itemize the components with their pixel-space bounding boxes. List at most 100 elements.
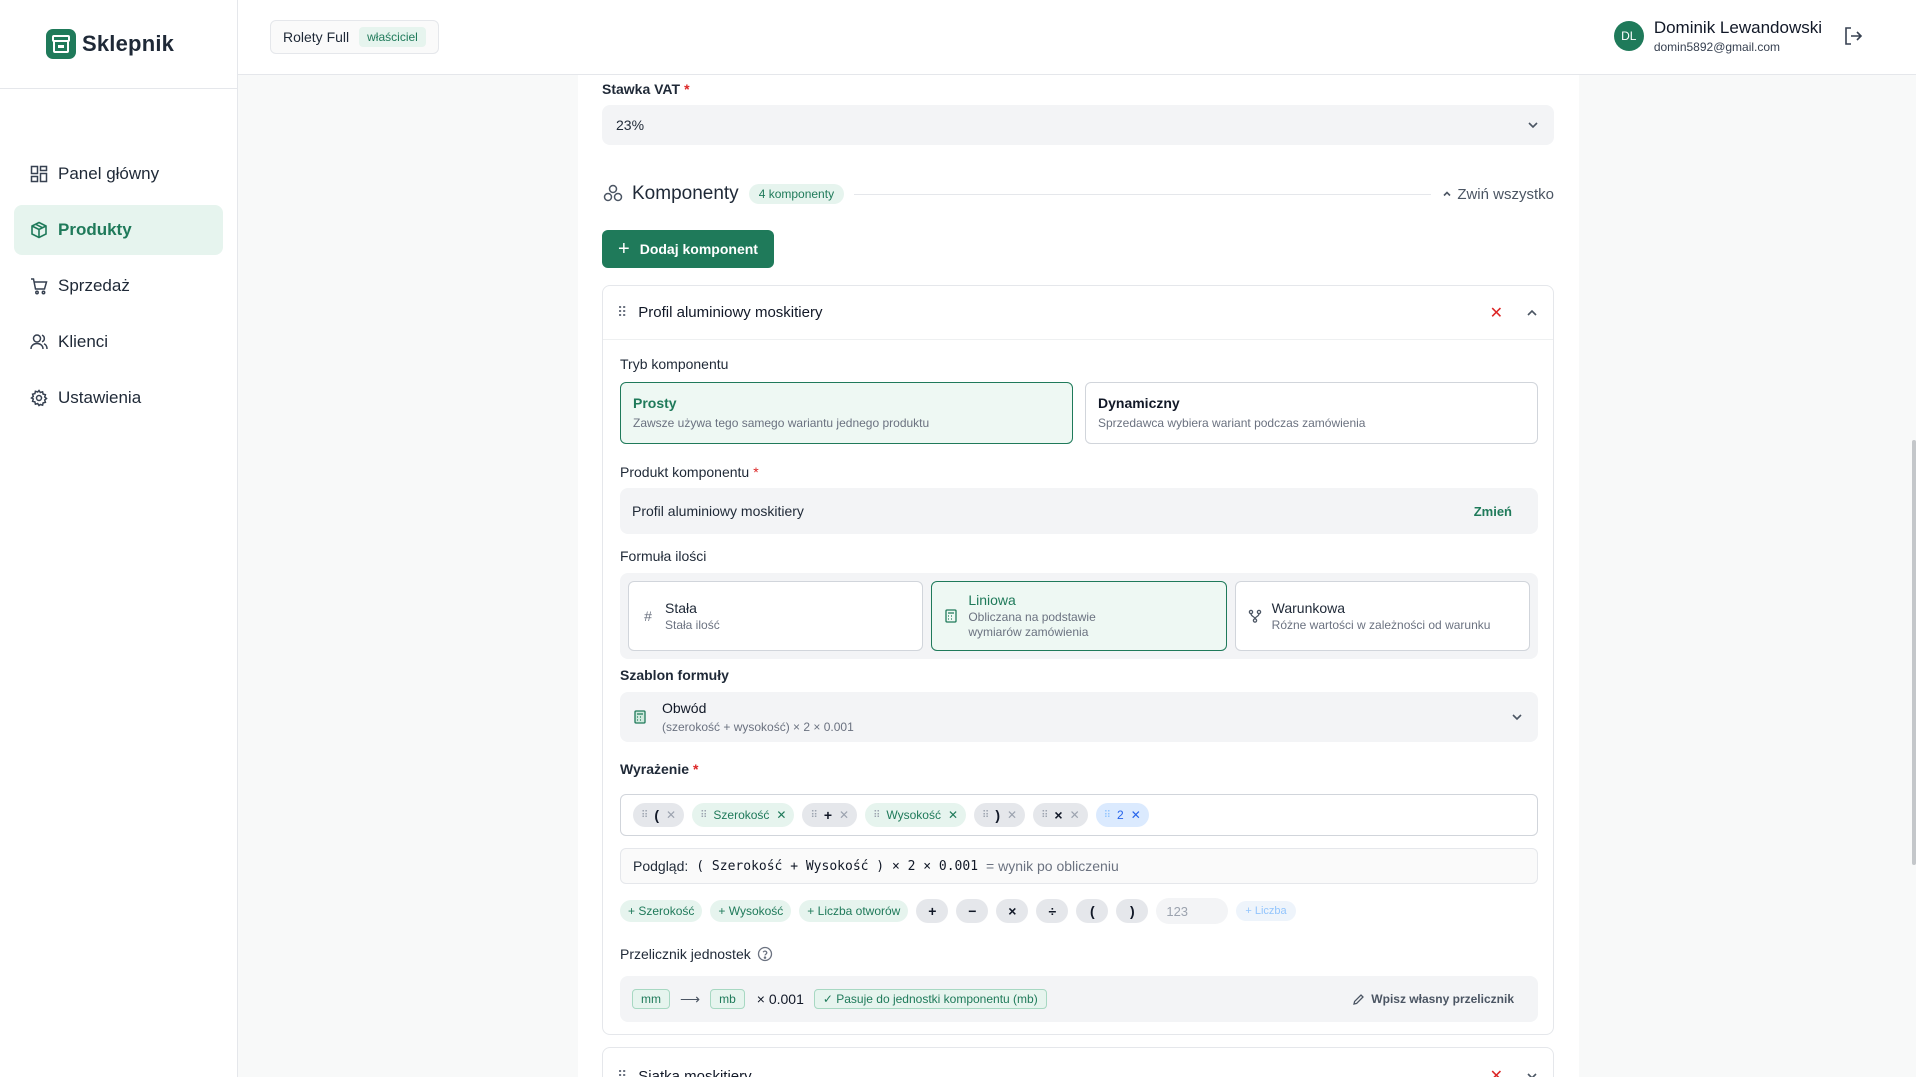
close-icon: ✕ <box>776 808 787 822</box>
expression-preview: Podgląd: ( Szerokość + Wysokość ) × 2 × … <box>620 848 1538 884</box>
sidebar-item-produkty[interactable]: Produkty <box>14 205 223 255</box>
template-desc: (szerokość + wysokość) × 2 × 0.001 <box>662 720 854 734</box>
user-menu: DL Dominik Lewandowski domin5892@gmail.c… <box>1613 18 1864 54</box>
close-icon: ✕ <box>1069 808 1080 822</box>
insert-close-paren-button[interactable]: ) <box>1116 899 1149 923</box>
insert-minus-button[interactable]: − <box>956 899 989 923</box>
chevron-down-icon <box>1512 714 1522 721</box>
insert-holes-button[interactable]: + Liczba otworów <box>799 900 909 922</box>
formula-option-conditional[interactable]: Warunkowa Różne wartości w zależności od… <box>1234 581 1530 651</box>
insert-divide-button[interactable]: ÷ <box>1036 899 1069 923</box>
formula-option-linear[interactable]: Liniowa Obliczana na podstawie wymiarów … <box>931 581 1227 651</box>
quick-insert-bar: + Szerokość + Wysokość + Liczba otworów … <box>620 898 1538 924</box>
formula-title: Stała <box>665 599 697 616</box>
expression-token[interactable]: ⠿) ✕ <box>974 803 1026 827</box>
sidebar-item-ustawienia[interactable]: Ustawienia <box>14 373 223 423</box>
drag-handle-icon[interactable]: ⠿ <box>617 304 627 321</box>
sidebar-item-klienci[interactable]: Klienci <box>14 317 223 367</box>
close-icon: ✕ <box>1007 808 1018 822</box>
divider <box>854 193 1432 195</box>
brand[interactable]: Sklepnik <box>0 0 237 89</box>
expression-token[interactable]: ⠿ Szerokość ✕ <box>692 803 795 827</box>
change-product-button[interactable]: Zmień <box>1474 504 1512 519</box>
drag-handle-icon[interactable]: ⠿ <box>617 1068 627 1077</box>
insert-plus-button[interactable]: + <box>916 899 949 923</box>
formula-options: # Stała Stała ilość Liniowa Obliczana na… <box>620 573 1538 659</box>
unit-match-badge: ✓ Pasuje do jednostki komponentu (mb) <box>813 989 1047 1009</box>
expression-token[interactable]: ⠿ 2 ✕ <box>1095 803 1149 827</box>
store-logo-icon <box>46 29 76 59</box>
unit-to-badge: mb <box>710 989 745 1009</box>
components-count-badge: 4 komponenty <box>748 184 845 204</box>
gear-icon <box>30 389 48 407</box>
vat-select[interactable]: 23% <box>602 105 1554 145</box>
add-number-button[interactable]: + Liczba <box>1236 901 1296 921</box>
dashboard-icon <box>30 165 48 183</box>
expression-input[interactable]: ⠿(✕ ⠿ Szerokość ✕ ⠿ + ✕ ⠿ Wysokość ✕ ⠿) ✕ ⠿ × ✕ ⠿… <box>620 794 1538 836</box>
sidebar-item-sprzedaz[interactable]: Sprzedaż <box>14 261 223 311</box>
sidebar: Sklepnik Panel główny Produkty Sprzedaż … <box>0 0 238 1077</box>
chevron-up-icon <box>1443 191 1451 197</box>
unit-converter: mm ⟶ mb × 0.001 ✓ Pasuje do jednostki ko… <box>620 976 1538 1022</box>
template-select[interactable]: Obwód (szerokość + wysokość) × 2 × 0.001 <box>620 692 1538 742</box>
user-email: domin5892@gmail.com <box>1653 40 1781 54</box>
add-component-button[interactable]: + Dodaj komponent <box>602 230 774 268</box>
insert-multiply-button[interactable]: × <box>996 899 1029 923</box>
cart-icon <box>31 278 48 295</box>
box-icon <box>31 221 47 239</box>
components-header: Komponenty 4 komponenty Zwiń wszystko <box>602 177 1554 211</box>
component-card: ⠿ Siatka moskitiery ✕ <box>602 1047 1554 1077</box>
mode-title: Dynamiczny <box>1098 395 1180 411</box>
formula-title: Liniowa <box>968 592 1016 608</box>
preview-label: Podgląd: <box>633 858 689 874</box>
expression-token[interactable]: ⠿(✕ <box>633 803 685 827</box>
remove-component-icon[interactable]: ✕ <box>1490 1066 1503 1077</box>
chevron-up-icon[interactable] <box>1525 306 1539 320</box>
branch-icon <box>1248 609 1261 623</box>
components-icon <box>603 184 623 202</box>
sidebar-nav: Panel główny Produkty Sprzedaż Klienci U… <box>0 89 237 423</box>
chevron-down-icon[interactable] <box>1525 1069 1539 1077</box>
arrow-right-icon: ⟶ <box>680 990 701 1007</box>
component-card-header[interactable]: ⠿ Profil aluminiowy moskitiery ✕ <box>603 286 1553 340</box>
formula-option-constant[interactable]: # Stała Stała ilość <box>628 581 924 651</box>
vat-value: 23% <box>616 117 645 133</box>
expression-token[interactable]: ⠿ × ✕ <box>1033 803 1088 827</box>
remove-component-icon[interactable]: ✕ <box>1490 303 1503 323</box>
logout-icon[interactable] <box>1842 25 1864 47</box>
product-field[interactable]: Profil aluminiowy moskitiery Zmień <box>620 488 1538 534</box>
user-name: Dominik Lewandowski <box>1653 18 1822 37</box>
custom-converter-button[interactable]: Wpisz własny przelicznik <box>1352 992 1514 1006</box>
preview-code: ( Szerokość + Wysokość ) × 2 × 0.001 <box>696 858 979 874</box>
scrollbar[interactable] <box>1912 440 1916 865</box>
component-title: Siatka moskitiery <box>638 1067 752 1077</box>
collapse-all-button[interactable]: Zwiń wszystko <box>1441 186 1554 203</box>
insert-open-paren-button[interactable]: ( <box>1076 899 1109 923</box>
close-icon: ✕ <box>839 808 850 822</box>
expression-token[interactable]: ⠿ + ✕ <box>802 803 858 827</box>
template-title: Obwód <box>662 700 707 716</box>
help-icon[interactable] <box>757 946 773 962</box>
insert-width-button[interactable]: + Szerokość <box>620 900 703 922</box>
sidebar-item-label: Panel główny <box>58 164 160 183</box>
expression-token[interactable]: ⠿ Wysokość ✕ <box>865 803 967 827</box>
component-title: Profil aluminiowy moskitiery <box>638 304 823 321</box>
mode-option-dynamic[interactable]: Dynamiczny Sprzedawca wybiera wariant po… <box>1085 382 1538 444</box>
close-icon: ✕ <box>1130 808 1141 822</box>
add-component-label: Dodaj komponent <box>639 241 758 257</box>
brand-name: Sklepnik <box>82 31 175 56</box>
avatar[interactable]: DL <box>1613 21 1644 51</box>
formula-desc: Stała ilość <box>665 617 720 632</box>
close-icon: ✕ <box>947 808 959 822</box>
sidebar-item-panel[interactable]: Panel główny <box>14 149 223 199</box>
store-switcher[interactable]: Rolety Full właściciel <box>270 20 439 54</box>
mode-option-simple[interactable]: Prosty Zawsze używa tego samego wariantu… <box>620 382 1073 444</box>
topbar: Rolety Full właściciel DL Dominik Lewand… <box>238 0 1916 75</box>
preview-result: = wynik po obliczeniu <box>986 858 1119 874</box>
number-input[interactable]: 123 <box>1156 898 1229 924</box>
store-name: Rolety Full <box>283 29 350 45</box>
users-icon <box>30 334 48 350</box>
mode-label: Tryb komponentu <box>620 356 729 372</box>
insert-height-button[interactable]: + Wysokość <box>710 900 792 922</box>
component-card-header[interactable]: ⠿ Siatka moskitiery ✕ <box>603 1056 1553 1077</box>
